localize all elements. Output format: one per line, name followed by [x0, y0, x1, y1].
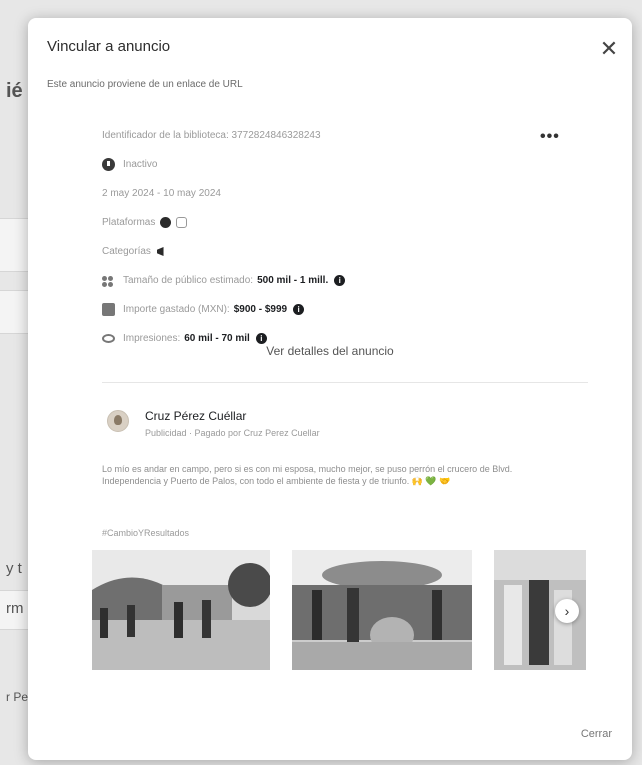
info-icon[interactable]: i	[255, 333, 267, 344]
platforms-label: Plataformas	[102, 217, 156, 228]
dialog-title: Vincular a anuncio	[47, 38, 171, 55]
background-fragment: r Pe	[6, 690, 29, 704]
advertiser-name[interactable]: Cruz Pérez Cuéllar	[145, 409, 246, 423]
avatar	[107, 410, 129, 432]
sponsored-text: Publicidad · Pagado por Cruz Perez Cuell…	[145, 428, 320, 438]
ad-photo[interactable]	[92, 550, 270, 670]
money-icon	[102, 303, 115, 316]
people-icon	[102, 274, 115, 287]
facebook-icon	[160, 217, 172, 228]
dialog-subtitle: Este anuncio proviene de un enlace de UR…	[47, 79, 243, 90]
ad-photo[interactable]	[292, 550, 472, 670]
spend-row: Importe gastado (MXN): $900 - $999 i	[102, 299, 562, 320]
image-carousel	[92, 550, 586, 670]
impressions-value: 60 mil - 70 mil	[184, 333, 250, 344]
date-row: 2 may 2024 - 10 may 2024	[102, 183, 562, 204]
spend-value: $900 - $999	[233, 304, 288, 315]
view-ad-details-link[interactable]: Ver detalles del anuncio	[28, 344, 632, 358]
spend-label: Importe gastado (MXN):	[123, 304, 230, 315]
ad-metadata: Identificador de la biblioteca: 37728248…	[102, 125, 562, 357]
status-row: Inactivo	[102, 154, 562, 175]
audience-value: 500 mil - 1 mill.	[257, 275, 329, 286]
megaphone-icon	[156, 247, 164, 256]
close-icon[interactable]: ✕	[596, 36, 622, 62]
link-ad-dialog: Vincular a anuncio ✕ Este anuncio provie…	[28, 18, 632, 760]
audience-row: Tamaño de público estimado: 500 mil - 1 …	[102, 270, 562, 291]
audience-label: Tamaño de público estimado:	[123, 275, 254, 286]
eye-icon	[102, 334, 115, 343]
info-icon[interactable]: i	[293, 304, 305, 315]
status-text: Inactivo	[123, 159, 158, 170]
next-arrow-button[interactable]: ›	[555, 599, 579, 623]
platforms-row: Plataformas	[102, 212, 562, 233]
background-fragment: ié	[6, 80, 23, 102]
ad-body-text: Lo mío es andar en campo, pero si es con…	[102, 464, 513, 486]
status-icon	[102, 158, 115, 171]
date-range: 2 may 2024 - 10 may 2024	[102, 188, 221, 199]
categories-label: Categorías	[102, 246, 151, 257]
library-id: Identificador de la biblioteca: 37728248…	[102, 130, 321, 141]
close-button[interactable]: Cerrar	[581, 728, 612, 740]
impressions-label: Impresiones:	[123, 333, 181, 344]
divider	[102, 382, 588, 383]
library-id-row: Identificador de la biblioteca: 37728248…	[102, 125, 562, 146]
hashtag: #CambioYResultados	[102, 528, 190, 538]
background-fragment: y t	[6, 560, 22, 577]
background-fragment: rm	[6, 600, 24, 617]
instagram-icon	[176, 217, 188, 228]
info-icon[interactable]: i	[334, 275, 346, 286]
categories-row: Categorías	[102, 241, 562, 262]
